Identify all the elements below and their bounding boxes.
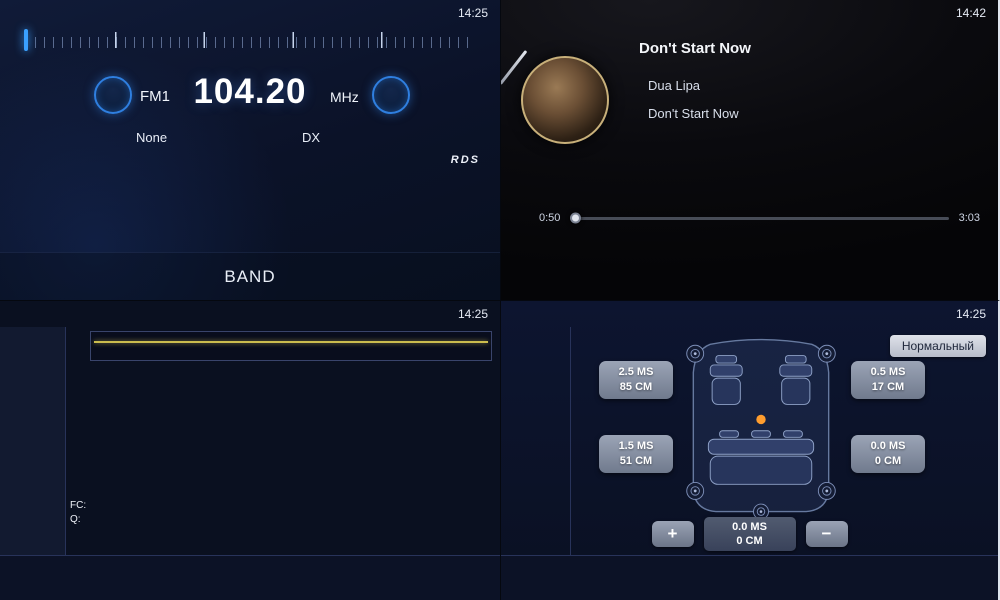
status-bar: 14:42: [501, 0, 998, 26]
audio-settings-tabbar: [0, 555, 500, 600]
band-indicator: FM1: [140, 88, 170, 105]
delay-cm: 85 CM: [599, 380, 673, 395]
status-bar: 14:25: [501, 301, 998, 327]
eq-preset-list: [0, 327, 66, 555]
stylus-arm: [500, 50, 527, 85]
delay-rear-right[interactable]: 0.0 MS 0 CM: [851, 435, 925, 473]
delay-cm: 17 CM: [851, 380, 925, 395]
eq-sliders: [90, 366, 492, 494]
surround-sound-screen: 14:25 Нормальный: [500, 300, 1000, 600]
head-unit-multiview: 14:25 FM1 104.20 MHz None DX RDS BAND: [0, 0, 1000, 600]
clock: 14:42: [956, 6, 986, 20]
delay-cm: 51 CM: [599, 454, 673, 469]
tab-labels: [501, 556, 998, 577]
tab-icons: [0, 577, 500, 600]
playback-progress-row: 0:50 3:03: [519, 212, 980, 224]
dx-indicator: DX: [302, 130, 320, 145]
eq-sliders-row: [70, 366, 492, 494]
clock: 14:25: [458, 307, 488, 321]
q-label: Q:: [70, 514, 90, 525]
system-tray: 14:25: [434, 6, 488, 20]
radio-screen: 14:25 FM1 104.20 MHz None DX RDS BAND: [0, 0, 500, 300]
delay-value-cm: 0 CM: [736, 534, 762, 548]
album-art-disc: [521, 56, 609, 144]
spectrum-visualizer: [772, 60, 982, 172]
rear-bench: [708, 431, 813, 485]
total-time: 3:03: [959, 212, 980, 224]
system-tray: 14:25: [434, 307, 488, 321]
status-bar: 14:25: [0, 301, 500, 327]
rds-badge: RDS: [451, 154, 480, 166]
listening-mode-list: [501, 327, 571, 555]
band-button[interactable]: BAND: [224, 267, 275, 287]
elapsed-time: 0:50: [539, 212, 560, 224]
clock: 14:25: [956, 307, 986, 321]
delay-value-display: 0.0 MS 0 CM: [704, 517, 796, 551]
frequency-unit: MHz: [330, 89, 359, 105]
delay-cm: 0 CM: [851, 454, 925, 469]
ruler-major-ticks: [26, 32, 470, 48]
delay-adjuster: + 0.0 MS 0 CM −: [652, 517, 848, 551]
car-seating-diagram: [677, 333, 845, 521]
system-tray: 14:25: [932, 307, 986, 321]
album-name: Don't Start Now: [648, 106, 739, 121]
delay-ms: 0.5 MS: [851, 365, 925, 380]
delay-ms: 1.5 MS: [599, 439, 673, 454]
status-bar: 14:25: [0, 0, 500, 26]
delay-rear-left[interactable]: 1.5 MS 51 CM: [599, 435, 673, 473]
tune-up-button[interactable]: [372, 76, 410, 114]
eq-fc-row: FC:: [70, 500, 492, 511]
eq-curve-display: [90, 331, 492, 361]
delay-minus-button[interactable]: −: [806, 521, 848, 547]
tab-icons: [501, 577, 998, 600]
tab-labels: [0, 556, 500, 577]
progress-knob[interactable]: [570, 213, 581, 224]
delay-front-left[interactable]: 2.5 MS 85 CM: [599, 361, 673, 399]
frequency-ruler[interactable]: [26, 32, 470, 68]
radio-toolbar: BAND: [0, 252, 500, 300]
current-frequency: 104.20: [180, 72, 320, 112]
system-tray: 14:42: [932, 6, 986, 20]
album-art: [521, 56, 609, 144]
eq-scale: [70, 366, 90, 494]
audio-settings-tabbar: [501, 555, 998, 600]
tune-down-button[interactable]: [94, 76, 132, 114]
eq-q-row: Q:: [70, 514, 492, 525]
speaker-front-right-icon: [818, 345, 835, 362]
delay-value-ms: 0.0 MS: [732, 520, 767, 534]
ruler-pointer: [24, 29, 28, 51]
pty-indicator: None: [136, 130, 167, 145]
eq-panel: FC: Q:: [66, 327, 500, 555]
fc-label: FC:: [70, 500, 90, 511]
music-player-screen: 14:42 Don't Start Now Dua Lipa Don't Sta…: [500, 0, 1000, 300]
delay-plus-button[interactable]: +: [652, 521, 694, 547]
player-toolbar: [501, 250, 998, 300]
speaker-rear-left-icon: [687, 482, 704, 499]
seek-bar[interactable]: [570, 217, 948, 220]
sound-profile-button[interactable]: Нормальный: [890, 335, 986, 357]
artist-name: Dua Lipa: [648, 78, 700, 93]
equalizer-screen: 14:25 FC: Q:: [0, 300, 500, 600]
speaker-front-left-icon: [687, 345, 704, 362]
album-row: Don't Start Now: [639, 106, 739, 121]
track-title: Don't Start Now: [639, 40, 751, 57]
listening-position-dot: [756, 415, 765, 424]
delay-ms: 2.5 MS: [599, 365, 673, 380]
eq-curve-line: [94, 341, 488, 343]
clock: 14:25: [458, 6, 488, 20]
speaker-rear-right-icon: [818, 482, 835, 499]
delay-ms: 0.0 MS: [851, 439, 925, 454]
artist-row: Dua Lipa: [639, 78, 700, 93]
delay-front-right[interactable]: 0.5 MS 17 CM: [851, 361, 925, 399]
